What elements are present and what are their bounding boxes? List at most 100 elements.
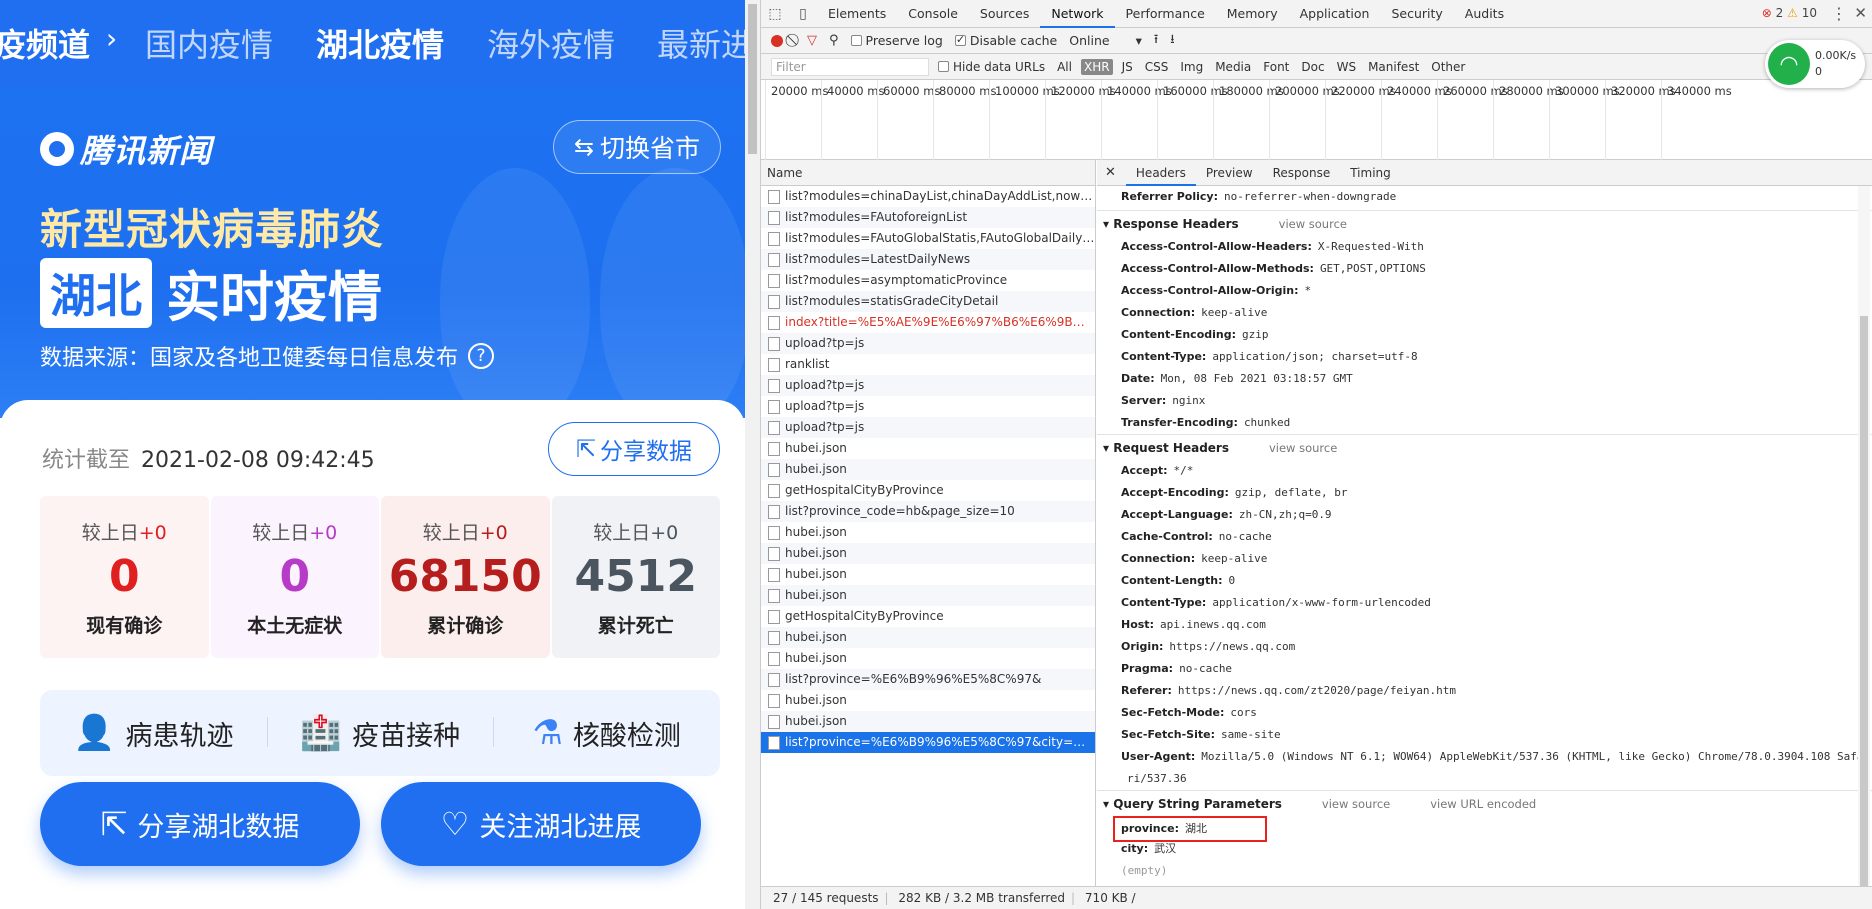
name-column-header[interactable]: Name — [761, 160, 1095, 186]
request-row[interactable]: list?province=%E6%B9%96%E5%8C%97&city=%E… — [761, 732, 1095, 753]
scrollbar-thumb[interactable] — [1860, 316, 1868, 896]
filter-input[interactable]: Filter — [771, 57, 929, 76]
query-params-section[interactable]: ▾ Query String Parameters view source view… — [1097, 790, 1872, 816]
devtools-tab[interactable]: Elements — [817, 0, 897, 28]
switch-province-button[interactable]: ⇆ 切换省市 — [553, 120, 721, 174]
share-data-button[interactable]: ⇱ 分享数据 — [548, 422, 720, 476]
devtools-tab[interactable]: Sources — [969, 0, 1040, 28]
request-row[interactable]: hubei.json — [761, 438, 1095, 459]
detail-tabs: ✕ Headers Preview Response Timing — [1097, 160, 1872, 186]
type-filter[interactable]: Img — [1177, 59, 1206, 75]
request-row[interactable]: list?modules=statisGradeCityDetail — [761, 291, 1095, 312]
type-filter[interactable]: Manifest — [1365, 59, 1422, 75]
devtools-tab[interactable]: Audits — [1454, 0, 1515, 28]
feature-item[interactable]: 👤 病患轨迹 — [40, 713, 267, 753]
request-row[interactable]: hubei.json — [761, 690, 1095, 711]
request-row[interactable]: list?modules=LatestDailyNews — [761, 249, 1095, 270]
network-speed-widget[interactable]: ◠ 0.00K/s 0 — [1765, 40, 1865, 88]
details-scrollbar[interactable] — [1858, 186, 1870, 896]
type-filter[interactable]: WS — [1334, 59, 1359, 75]
response-headers-section[interactable]: ▾ Response Headers view source — [1097, 210, 1872, 236]
export-har-icon[interactable]: ⭳ — [1170, 30, 1174, 51]
network-timeline[interactable]: 20000 ms 40000 ms 60000 ms 80000 ms 100000 m… — [761, 80, 1872, 160]
type-filter[interactable]: Doc — [1298, 59, 1327, 75]
nav-latest[interactable]: 最新进 — [657, 20, 745, 66]
search-icon[interactable]: ⚲ — [829, 33, 839, 48]
request-row[interactable]: hubei.json — [761, 627, 1095, 648]
disable-cache-checkbox[interactable]: Disable cache — [954, 33, 1057, 48]
network-toolbar: ⃠ ▽ ⚲ Preserve log Disable cache Online … — [761, 28, 1872, 54]
import-har-icon[interactable]: ⭱ — [1154, 30, 1158, 51]
follow-hubei-button[interactable]: ♡ 关注湖北进展 — [381, 782, 701, 866]
request-row[interactable]: hubei.json — [761, 564, 1095, 585]
request-row[interactable]: list?province_code=hb&page_size=10 — [761, 501, 1095, 522]
request-row[interactable]: ranklist — [761, 354, 1095, 375]
nav-overseas[interactable]: 海外疫情 — [487, 20, 615, 66]
request-row[interactable]: upload?tp=js — [761, 396, 1095, 417]
devtools-tab[interactable]: Memory — [1216, 0, 1289, 28]
filter-bar: Filter Hide data URLs All XHR JS CSS Img Medi… — [761, 54, 1872, 80]
devtools-tab[interactable]: Application — [1289, 0, 1381, 28]
record-icon[interactable] — [771, 34, 783, 47]
close-details-icon[interactable]: ✕ — [1105, 165, 1116, 180]
request-row[interactable]: hubei.json — [761, 648, 1095, 669]
detail-tab[interactable]: Headers — [1125, 160, 1196, 186]
preserve-log-checkbox[interactable]: Preserve log — [850, 33, 943, 48]
request-row[interactable]: list?modules=asymptomaticProvince — [761, 270, 1095, 291]
type-filter[interactable]: CSS — [1142, 59, 1172, 75]
hide-data-urls-checkbox[interactable]: Hide data URLs — [938, 60, 1045, 74]
request-row[interactable]: hubei.json — [761, 585, 1095, 606]
devtools-tab[interactable]: Security — [1380, 0, 1453, 28]
request-row[interactable]: index?title=%E5%AE%9E%E6%97%B6%E6%9B%B4%… — [761, 312, 1095, 333]
type-filter[interactable]: Media — [1212, 59, 1254, 75]
view-source-link[interactable]: view source — [1322, 797, 1390, 811]
detail-tab[interactable]: Preview — [1196, 160, 1263, 186]
devtools-tab[interactable]: Console — [897, 0, 969, 28]
devtools-tab[interactable]: Network — [1040, 0, 1115, 28]
throttling-select[interactable]: Online ▾ — [1069, 33, 1142, 48]
request-row[interactable]: list?modules=FAutoforeignList — [761, 207, 1095, 228]
type-filter[interactable]: JS — [1119, 59, 1136, 75]
devtools-tab[interactable]: Performance — [1115, 0, 1216, 28]
feature-item[interactable]: ⚗ 核酸检测 — [493, 713, 720, 753]
view-source-link[interactable]: view source — [1279, 217, 1347, 231]
stat-compare: 较上日+0 — [593, 522, 679, 544]
request-row[interactable]: list?modules=FAutoGlobalStatis,FAutoGlob… — [761, 228, 1095, 249]
request-row[interactable]: upload?tp=js — [761, 375, 1095, 396]
request-row[interactable]: list?province=%E6%B9%96%E5%8C%97& — [761, 669, 1095, 690]
devtools-tabs: Elements Console Sources Network Performance… — [817, 0, 1515, 28]
nav-domestic[interactable]: 国内疫情 — [145, 20, 273, 66]
filter-icon[interactable]: ▽ — [807, 33, 817, 48]
request-row[interactable]: hubei.json — [761, 711, 1095, 732]
type-filter[interactable]: Font — [1260, 59, 1292, 75]
scrollbar-thumb[interactable] — [748, 4, 757, 154]
request-row[interactable]: upload?tp=js — [761, 333, 1095, 354]
type-filter[interactable]: Other — [1428, 59, 1468, 75]
inspect-element-icon[interactable]: ⬚ — [761, 6, 789, 22]
view-url-encoded-link[interactable]: view URL encoded — [1430, 797, 1536, 811]
more-options-icon[interactable]: ⋮ — [1831, 4, 1847, 23]
request-headers-section[interactable]: ▾ Request Headers view source — [1097, 434, 1872, 460]
request-row[interactable]: hubei.json — [761, 522, 1095, 543]
close-icon[interactable]: ✕ — [1854, 4, 1867, 22]
share-hubei-button[interactable]: ⇱ 分享湖北数据 — [40, 782, 360, 866]
console-badges[interactable]: ⊗ 2 ⚠ 10 — [1762, 6, 1817, 20]
detail-tab[interactable]: Timing — [1340, 160, 1401, 186]
detail-tab[interactable]: Response — [1263, 160, 1341, 186]
page-scrollbar[interactable] — [745, 0, 760, 909]
type-filter[interactable]: All — [1054, 59, 1075, 75]
request-row[interactable]: list?modules=chinaDayList,chinaDayAddLis… — [761, 186, 1095, 207]
type-filter[interactable]: XHR — [1080, 58, 1113, 75]
view-source-link[interactable]: view source — [1269, 441, 1337, 455]
nav-hubei[interactable]: 湖北疫情 — [316, 20, 444, 66]
request-row[interactable]: hubei.json — [761, 543, 1095, 564]
device-toolbar-icon[interactable]: ▯ — [789, 6, 817, 22]
help-icon[interactable]: ? — [468, 343, 495, 369]
request-row[interactable]: hubei.json — [761, 459, 1095, 480]
stat-time: 统计截至 2021-02-08 09:42:45 — [42, 448, 375, 473]
feature-item[interactable]: 🏥 疫苗接种 — [266, 713, 494, 753]
nav-crumb[interactable]: 疫频道 — [0, 20, 90, 66]
request-row[interactable]: getHospitalCityByProvince — [761, 480, 1095, 501]
request-row[interactable]: upload?tp=js — [761, 417, 1095, 438]
request-row[interactable]: getHospitalCityByProvince — [761, 606, 1095, 627]
